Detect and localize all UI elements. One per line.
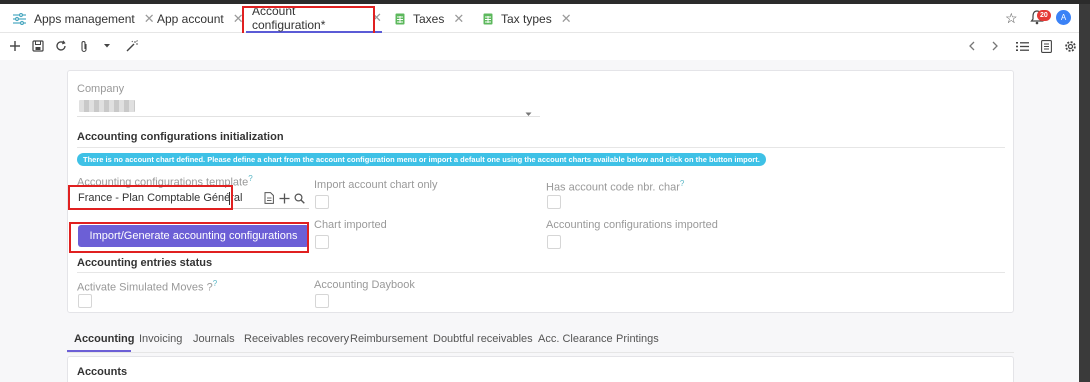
- close-icon[interactable]: ✕: [561, 11, 572, 27]
- tab-receivables-recovery[interactable]: Receivables recovery: [244, 333, 349, 345]
- company-select[interactable]: [77, 97, 540, 117]
- import-chart-only-checkbox[interactable]: [315, 195, 329, 209]
- sliders-icon: [13, 12, 26, 25]
- accounts-card: Accounts: [67, 356, 1014, 382]
- tab-doubtful-receivables[interactable]: Doubtful receivables: [433, 333, 533, 345]
- paperclip-icon[interactable]: [77, 39, 91, 53]
- scrollbar[interactable]: [1079, 4, 1090, 382]
- has-code-label-text: Has account code nbr. char: [546, 181, 680, 194]
- section-title-entries-status: Accounting entries status: [77, 257, 213, 269]
- star-icon[interactable]: ☆: [1005, 10, 1018, 27]
- tab-app-account[interactable]: App account ✕: [157, 4, 244, 33]
- tab-printings[interactable]: Printings: [616, 333, 659, 345]
- tab-taxes[interactable]: Taxes ✕: [395, 4, 464, 33]
- caret-down-icon[interactable]: [100, 39, 114, 53]
- divider: [67, 352, 1014, 353]
- help-icon[interactable]: ?: [213, 279, 217, 288]
- import-chart-only-label: Import account chart only: [314, 179, 438, 191]
- tab-label: Tax types: [501, 11, 552, 26]
- configs-imported-checkbox[interactable]: [547, 235, 561, 249]
- tab-acc-clearance[interactable]: Acc. Clearance: [538, 333, 613, 345]
- has-code-checkbox[interactable]: [547, 195, 561, 209]
- tab-reimbursement[interactable]: Reimbursement: [350, 333, 428, 345]
- help-icon[interactable]: ?: [680, 179, 684, 188]
- tab-label: App account: [157, 11, 224, 26]
- sheet-icon: [483, 13, 493, 25]
- company-value-redacted: [79, 100, 135, 112]
- highlight-box: [69, 222, 309, 253]
- tab-label: Apps management: [34, 11, 135, 26]
- gear-icon[interactable]: [1063, 39, 1077, 53]
- notification-badge: 20: [1037, 10, 1051, 21]
- document-icon[interactable]: [264, 191, 274, 209]
- add-icon[interactable]: [8, 39, 22, 53]
- highlight-box: [68, 185, 233, 210]
- tab-accounting[interactable]: Accounting: [74, 333, 135, 345]
- simulated-moves-checkbox[interactable]: [78, 294, 92, 308]
- save-icon[interactable]: [31, 39, 45, 53]
- info-banner: There is no account chart defined. Pleas…: [77, 153, 766, 166]
- chevron-down-icon[interactable]: [525, 104, 532, 122]
- chart-imported-checkbox[interactable]: [315, 235, 329, 249]
- chevron-right-icon[interactable]: [988, 39, 1002, 53]
- has-code-label: Has account code nbr. char?: [546, 179, 684, 194]
- help-icon[interactable]: ?: [248, 174, 252, 183]
- accounting-daybook-checkbox[interactable]: [315, 294, 329, 308]
- tab-label: Taxes: [413, 11, 445, 26]
- form-view-icon[interactable]: [1039, 39, 1053, 53]
- close-icon[interactable]: ✕: [453, 11, 464, 27]
- sheet-icon: [395, 13, 405, 25]
- tab-invoicing[interactable]: Invoicing: [139, 333, 182, 345]
- refresh-icon[interactable]: [54, 39, 68, 53]
- plus-icon[interactable]: [279, 191, 290, 209]
- divider: [77, 272, 1005, 273]
- toolbar: [0, 33, 1079, 60]
- tab-journals[interactable]: Journals: [193, 333, 235, 345]
- chevron-left-icon[interactable]: [965, 39, 979, 53]
- list-view-icon[interactable]: [1015, 39, 1029, 53]
- search-icon[interactable]: [294, 191, 305, 209]
- tab-tax-types[interactable]: Tax types ✕: [483, 4, 572, 33]
- company-label: Company: [77, 83, 125, 95]
- simulated-moves-label-text: Activate Simulated Moves ?: [77, 281, 213, 294]
- simulated-moves-label: Activate Simulated Moves ??: [77, 279, 217, 294]
- highlight-box: [242, 6, 375, 35]
- accounting-daybook-label: Accounting Daybook: [314, 279, 415, 291]
- section-title-initialization: Accounting configurations initialization: [77, 131, 284, 143]
- configs-imported-label: Accounting configurations imported: [546, 219, 718, 231]
- divider: [77, 147, 1005, 148]
- tabs-bar: Apps management ✕ App account ✕ Account …: [0, 4, 1079, 33]
- avatar[interactable]: A: [1056, 10, 1071, 25]
- accounts-title: Accounts: [77, 366, 128, 378]
- tab-apps-management[interactable]: Apps management ✕: [13, 4, 155, 33]
- form-area: Company Accounting configurations initia…: [0, 60, 1079, 382]
- chart-imported-label: Chart imported: [314, 219, 387, 231]
- close-icon[interactable]: ✕: [144, 11, 155, 27]
- magic-wand-icon[interactable]: [124, 39, 138, 53]
